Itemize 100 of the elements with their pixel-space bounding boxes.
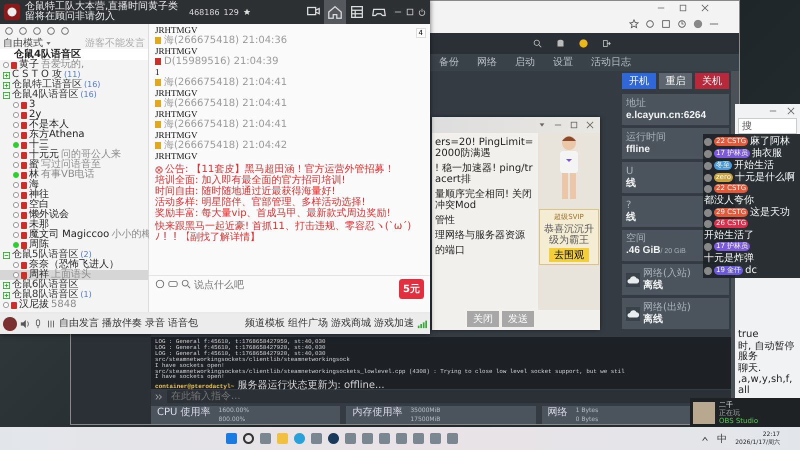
start-icon[interactable] [226, 433, 237, 444]
profile-icon[interactable] [693, 19, 703, 29]
nav-tab[interactable]: 备份 [439, 56, 459, 68]
star-icon[interactable] [242, 8, 251, 16]
tree-item[interactable]: 十三 [0, 140, 148, 150]
power-icon[interactable] [418, 8, 426, 16]
mode-hint: 游客不能发言 [85, 38, 145, 49]
comment-text: dc [745, 265, 757, 276]
collapse-icon[interactable] [3, 252, 10, 258]
tree-item[interactable]: 奈奈（恐怖飞进人） [0, 260, 148, 270]
tree-item[interactable]: 蜜 写过问语音至 [0, 160, 148, 170]
view-button[interactable]: 去围观 [549, 248, 589, 262]
maximize-icon[interactable] [679, 4, 687, 12]
nav-tab[interactable]: 网络 [477, 56, 497, 68]
close-icon[interactable] [586, 121, 594, 129]
message-text: 1 [155, 67, 160, 77]
tree-item[interactable]: 林 有事VB电话 [0, 170, 148, 180]
avatar-icon [704, 266, 712, 274]
nav-tab[interactable]: 启动 [515, 56, 535, 68]
online-count: 129 [224, 8, 239, 16]
current-channel[interactable]: 仓鼠4队语音区 [0, 49, 148, 60]
message-text: JRHTMGV [155, 88, 198, 98]
toolbar-button[interactable]: 语音包 [168, 318, 198, 330]
collapse-icon[interactable] [3, 92, 10, 98]
tree-item[interactable]: 神往 [0, 190, 148, 200]
expand-icon[interactable] [3, 72, 10, 78]
search-icon[interactable] [181, 279, 191, 289]
tree-item[interactable]: C S T O 攻 (11) [0, 70, 148, 80]
microphone-icon[interactable] [33, 319, 43, 329]
search-field[interactable]: 搜 [738, 118, 797, 134]
extension-icon[interactable] [661, 19, 671, 29]
tree-item[interactable]: 2y [0, 110, 148, 120]
caret-icon[interactable] [45, 40, 52, 47]
message-sender: 海(266675418) 21:04:42 [164, 140, 288, 151]
equalizer-icon[interactable] [46, 319, 56, 329]
message-text: JRHTMGV [155, 130, 198, 140]
home-tab-icon[interactable] [324, 0, 346, 24]
speaker-icon[interactable] [20, 319, 30, 329]
notice-text: 培训全面: 加入即有最全面的官方招司培训! [155, 175, 346, 186]
stat-label: 运行时间 [626, 132, 666, 142]
toolbar-button[interactable]: 游戏加速 [374, 318, 414, 330]
tree-item[interactable]: 仓鼠8队语音区 (1) [0, 290, 148, 300]
toolbar-button[interactable]: 游戏商城 [331, 318, 371, 330]
search-icon[interactable] [243, 433, 254, 444]
history-icon[interactable] [677, 19, 687, 29]
tree-item[interactable]: 十元元 问的哥公人来 [0, 150, 148, 160]
comment-text: 都没人夸你 [704, 195, 754, 206]
chat-text: ,a,w,y,sh,f,all [738, 375, 794, 396]
tree-item[interactable]: 黄子 吾爱玩的, [0, 60, 148, 70]
tree-item[interactable]: 仓鼠4队语音区 (16) [0, 90, 148, 100]
close-icon[interactable] [701, 4, 709, 12]
toolbar-button[interactable]: 录音 [145, 318, 165, 330]
tree-item[interactable]: 周祥 上面语头 [0, 270, 148, 280]
star-icon[interactable] [629, 19, 639, 29]
tree-item[interactable]: 未那 [0, 220, 148, 230]
message-input[interactable]: 说点什么吧 [194, 279, 396, 291]
chart-title: CPU 使用率 [157, 407, 211, 420]
refresh-icon[interactable] [645, 19, 655, 29]
tree-item[interactable]: 不是本人 [0, 120, 148, 130]
tree-item[interactable]: 仓鼠特工语音区 (16) [0, 80, 148, 90]
avatar-icon[interactable] [3, 317, 17, 331]
tree-item[interactable]: 海 [0, 180, 148, 190]
power-button[interactable]: 关机 [695, 73, 730, 89]
tree-item[interactable]: 周陈 [0, 240, 148, 250]
tree-item[interactable]: 汉尼拔 5848 [0, 300, 148, 310]
nav-tab[interactable]: 设置 [553, 56, 573, 68]
toolbar-button[interactable]: 组件广场 [288, 318, 328, 330]
maximize-icon[interactable] [570, 121, 578, 129]
close-icon[interactable] [787, 107, 795, 115]
toolbar-button[interactable]: 频道模板 [245, 318, 285, 330]
announcement-icon [155, 166, 163, 174]
tree-item[interactable]: 仓鼠6队语音区 [0, 280, 148, 290]
message-text: 的端口 [435, 245, 465, 256]
toolbar-button[interactable]: 自由发言 [59, 318, 99, 330]
stat-value: e.lcayun.cn:6264 [626, 108, 706, 122]
stat-value: 离线 [643, 278, 663, 292]
notice-text: 活动多样: 明星陪伴、官部管理、多样活动选择! [155, 197, 366, 208]
expand-icon[interactable] [3, 292, 10, 298]
toolbar-button[interactable]: 播放伴奏 [102, 318, 142, 330]
chart-title: 内存使用率 [352, 407, 402, 420]
caret-icon[interactable] [538, 121, 546, 129]
tree-item[interactable]: 仓鼠5队语音区 (2) [0, 250, 148, 260]
promo-badge[interactable]: 5元 [399, 279, 424, 299]
tree-item[interactable]: 东方Athena [0, 130, 148, 140]
tree-item[interactable]: 空白 [0, 200, 148, 210]
mode-dropdown[interactable]: 自由模式 [3, 38, 43, 49]
search-icon[interactable] [533, 39, 542, 48]
nav-tab[interactable]: 活动日志 [591, 56, 631, 68]
avatar-icon[interactable] [579, 39, 588, 48]
power-button[interactable]: 开机 [622, 73, 656, 89]
tree-item[interactable]: 懒外说会 [0, 210, 148, 220]
input-method[interactable]: 中 [717, 432, 728, 446]
caret-icon[interactable] [701, 434, 710, 442]
expand-icon[interactable] [3, 282, 10, 288]
tree-item[interactable]: 3 [0, 100, 148, 110]
expand-icon[interactable] [3, 82, 10, 88]
gamepad-icon[interactable] [168, 279, 178, 289]
power-button[interactable]: 重启 [658, 73, 692, 89]
emoji-icon[interactable] [155, 279, 165, 289]
logout-icon[interactable] [602, 39, 611, 48]
